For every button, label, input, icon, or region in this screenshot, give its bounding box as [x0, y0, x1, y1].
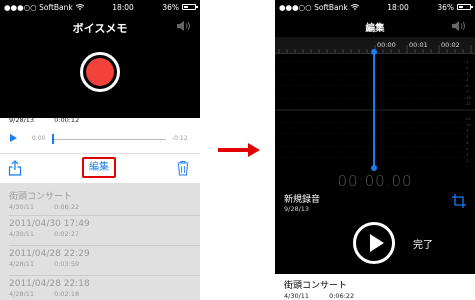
divider — [0, 153, 200, 154]
list-item[interactable]: 2011/04/28 22:18 4/28/11 0:02:18 — [9, 279, 99, 298]
svg-text:-1: -1 — [465, 159, 469, 163]
edit-screen: ●●●○○ SoftBank 18:00 36% 編集 00:00 00:01 … — [275, 0, 475, 300]
svg-text:-4: -4 — [465, 141, 469, 145]
item-duration: 0:03:59 — [54, 260, 80, 268]
list-item[interactable]: 街頭コンサート 4/30/11 0:06:22 — [275, 274, 475, 300]
done-button[interactable]: 完了 — [413, 236, 433, 251]
play-icon[interactable] — [10, 134, 17, 142]
list-item[interactable]: 2011/04/30 17:49 4/30/11 0:02:27 — [9, 219, 99, 238]
recording-date: 9/28/13 — [284, 205, 310, 213]
waveform-area[interactable]: -1 -2 -3 -4 -5 -7 -10 -20 -20 -10 -7 -5 -4 -3 -2 -… — [275, 54, 475, 166]
app-title: ボイスメモ — [72, 22, 128, 35]
svg-text:-20: -20 — [465, 102, 471, 106]
svg-text:-10: -10 — [465, 96, 471, 100]
voice-memos-screen: ●●●○○ SoftBank 18:00 36% ボイスメモ 新規録音 9/28… — [0, 0, 200, 300]
recording-title: 新規録音 — [9, 105, 48, 116]
battery-icon — [456, 4, 473, 10]
recording-duration: 0:00:12 — [54, 116, 80, 124]
crop-icon[interactable] — [452, 193, 466, 209]
status-bar: ●●●○○ SoftBank 18:00 36% — [0, 0, 200, 14]
carrier-label: ●●●○○ SoftBank — [279, 2, 348, 12]
item-title: 2011/04/28 22:18 — [9, 279, 90, 289]
item-duration: 0:02:27 — [54, 230, 80, 238]
wifi-icon — [75, 4, 84, 10]
edit-title: 編集 — [365, 23, 385, 34]
item-date: 4/30/11 — [9, 230, 35, 238]
svg-text:-3: -3 — [465, 72, 469, 76]
recording-title: 新規録音 — [284, 195, 321, 205]
svg-text:-3: -3 — [465, 147, 469, 151]
play-icon — [370, 234, 384, 252]
item-date: 4/30/11 — [284, 292, 310, 300]
divider — [9, 245, 200, 246]
timeline-label: 00:01 — [409, 41, 428, 49]
share-icon[interactable] — [8, 160, 22, 176]
record-icon — [86, 58, 114, 86]
edit-button[interactable]: 編集 — [82, 157, 116, 178]
recording-date: 9/28/13 — [9, 116, 35, 124]
battery-icon — [181, 4, 198, 10]
item-duration: 0:02:18 — [54, 290, 80, 298]
speaker-icon[interactable] — [176, 20, 192, 32]
battery-percent: 36% — [162, 2, 179, 12]
record-button[interactable] — [80, 52, 120, 92]
waveform-grid: -1 -2 -3 -4 -5 -7 -10 -20 -20 -10 -7 -5 -4 -3 -2 -… — [275, 60, 475, 163]
svg-text:-1: -1 — [465, 60, 469, 64]
current-time-display: 00:00.00 — [337, 172, 413, 190]
status-time: 18:00 — [387, 2, 409, 12]
list-item[interactable]: 2011/04/28 22:29 4/28/11 0:03:59 — [9, 249, 99, 268]
svg-text:-7: -7 — [465, 90, 469, 94]
recording-meta: 9/28/13 0:00:12 — [9, 116, 97, 124]
item-title: 2011/04/28 22:29 — [9, 249, 90, 259]
divider — [9, 275, 200, 276]
svg-text:-20: -20 — [465, 117, 471, 121]
svg-text:-5: -5 — [465, 84, 469, 88]
status-time: 18:00 — [112, 2, 134, 12]
timeline-label: 00:02 — [441, 41, 460, 49]
divider — [9, 215, 200, 216]
elapsed-time: 0:00 — [32, 135, 46, 142]
scrubber-handle[interactable] — [52, 134, 54, 144]
speaker-icon[interactable] — [451, 20, 467, 32]
svg-text:-7: -7 — [465, 129, 469, 133]
list-item[interactable]: 街頭コンサート 4/30/11 0:06:22 — [9, 189, 99, 211]
carrier-label: ●●●○○ SoftBank — [4, 2, 73, 12]
item-date: 4/28/11 — [9, 290, 35, 298]
scrubber-track[interactable] — [52, 139, 166, 140]
arrow-right-icon — [218, 143, 260, 157]
timeline-label: 00:00 — [377, 41, 396, 49]
item-title: 街頭コンサート — [284, 281, 348, 291]
svg-text:-2: -2 — [465, 153, 469, 157]
item-duration: 0:06:22 — [54, 203, 80, 211]
item-date: 4/28/11 — [9, 260, 35, 268]
svg-text:-4: -4 — [465, 78, 469, 82]
recordings-list: 街頭コンサート 4/30/11 0:06:22 2011/04/30 17:49 … — [0, 183, 200, 300]
svg-text:-10: -10 — [465, 123, 471, 127]
wifi-icon — [350, 4, 359, 10]
item-title: 2011/04/30 17:49 — [9, 219, 90, 229]
playhead-top-handle[interactable] — [371, 49, 377, 55]
battery-percent: 36% — [437, 2, 454, 12]
svg-text:-2: -2 — [465, 66, 469, 70]
item-duration: 0:06:22 — [329, 292, 355, 300]
item-date: 4/30/11 — [9, 203, 35, 211]
trash-icon[interactable] — [177, 160, 189, 176]
playhead-bottom-handle[interactable] — [371, 165, 377, 171]
playhead[interactable] — [373, 50, 375, 168]
item-title: 街頭コンサート — [9, 192, 73, 202]
remaining-time: -0:12 — [172, 135, 188, 142]
svg-text:-5: -5 — [465, 135, 469, 139]
status-bar: ●●●○○ SoftBank 18:00 36% — [275, 0, 475, 14]
play-button[interactable] — [353, 222, 395, 264]
